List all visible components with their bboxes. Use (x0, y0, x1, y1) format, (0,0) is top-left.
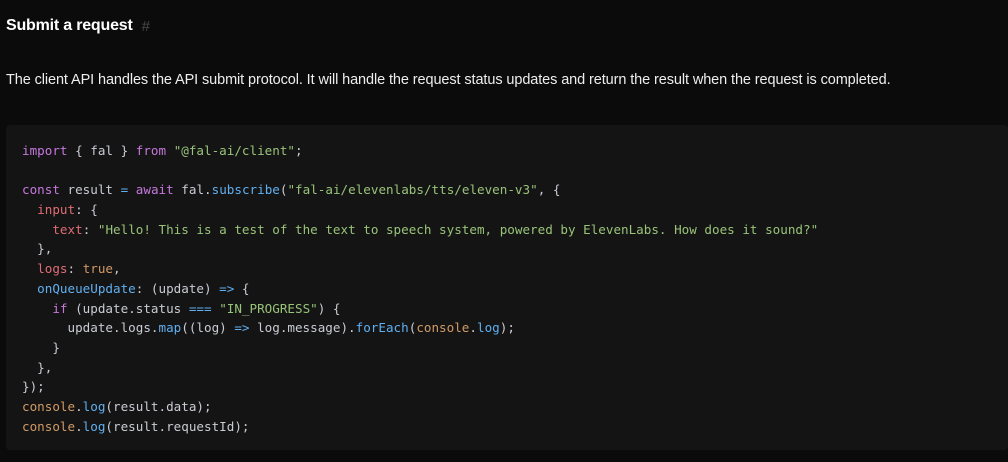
code-token: import (22, 143, 68, 158)
code-token: from (135, 143, 167, 158)
code-line: } (22, 338, 1008, 358)
code-token: onQueueUpdate (37, 280, 136, 296)
code-token: "@fal-ai/client" (173, 143, 296, 158)
code-token: console (22, 418, 76, 434)
code-token: fal. (173, 182, 212, 198)
code-token: => (234, 320, 250, 336)
code-line: }, (22, 239, 1008, 259)
code-token: => (219, 280, 235, 296)
code-line: text: "Hello! This is a test of the text… (22, 220, 1008, 240)
code-token: result (59, 182, 121, 198)
code-token: . (469, 320, 477, 336)
code-line: logs: true, (22, 259, 1008, 279)
code-token: : { (75, 202, 98, 218)
code-token: input (37, 202, 76, 218)
code-token: (result.requestId); (105, 418, 250, 434)
code-token: (result.data); (105, 398, 212, 414)
code-block[interactable]: import { fal } from "@fal-ai/client"; co… (6, 125, 1008, 450)
code-token: , (113, 261, 121, 277)
code-line: update.logs.map((log) => log.message).fo… (22, 318, 1008, 338)
heading-anchor-link[interactable]: # (142, 18, 150, 35)
code-line: input: { (22, 200, 1008, 220)
code-token: { fal } (67, 143, 136, 158)
code-token: "Hello! This is a test of the text to sp… (97, 221, 819, 237)
code-content[interactable]: import { fal } from "@fal-ai/client"; co… (22, 141, 1008, 436)
code-token: ); (499, 320, 515, 336)
code-token: logs (37, 261, 68, 277)
code-token: === (188, 300, 212, 316)
code-token: }, (22, 359, 53, 375)
code-token: log (476, 320, 500, 336)
code-token: update.logs. (22, 320, 159, 336)
code-line: }, (22, 358, 1008, 378)
code-token: ((log) (181, 320, 235, 336)
code-token: : (67, 261, 83, 277)
code-line: }); (22, 377, 1008, 397)
code-line: const result = await fal.subscribe("fal-… (22, 180, 1008, 200)
code-token: ; (295, 143, 303, 158)
code-token: : (82, 221, 98, 237)
code-line: onQueueUpdate: (update) => { (22, 279, 1008, 299)
code-token: forEach (355, 320, 409, 336)
code-line: import { fal } from "@fal-ai/client"; (22, 141, 1008, 161)
code-token: console (22, 398, 76, 414)
code-token: "fal-ai/elevenlabs/tts/eleven-v3" (287, 182, 538, 198)
code-token: "IN_PROGRESS" (219, 300, 318, 316)
code-token: ) { (317, 300, 341, 316)
code-token: . (75, 418, 83, 434)
code-line: if (update.status === "IN_PROGRESS") { (22, 299, 1008, 319)
code-token: log (82, 418, 106, 434)
code-token: : (update) (135, 280, 220, 296)
code-token: map (158, 320, 182, 336)
code-token: if (52, 300, 68, 316)
code-token: console (416, 320, 470, 336)
code-token: log.message). (249, 320, 356, 336)
code-token: log (82, 398, 106, 414)
code-token: { (234, 280, 250, 296)
code-token: . (75, 398, 83, 414)
code-token: subscribe (211, 182, 280, 198)
code-token: } (22, 339, 60, 355)
section-title: Submit a request (6, 17, 133, 34)
code-line: console.log(result.requestId); (22, 417, 1008, 437)
code-token: }); (22, 379, 45, 395)
code-token: , { (537, 182, 561, 198)
section-heading: Submit a request # (6, 15, 150, 37)
code-token: true (82, 261, 114, 277)
code-token: const (22, 182, 60, 198)
code-line: console.log(result.data); (22, 397, 1008, 417)
section-description: The client API handles the API submit pr… (6, 72, 891, 88)
code-token: (update.status (67, 300, 189, 316)
code-token: text (52, 221, 83, 237)
code-token: await (135, 182, 174, 198)
code-token: }, (22, 241, 53, 257)
